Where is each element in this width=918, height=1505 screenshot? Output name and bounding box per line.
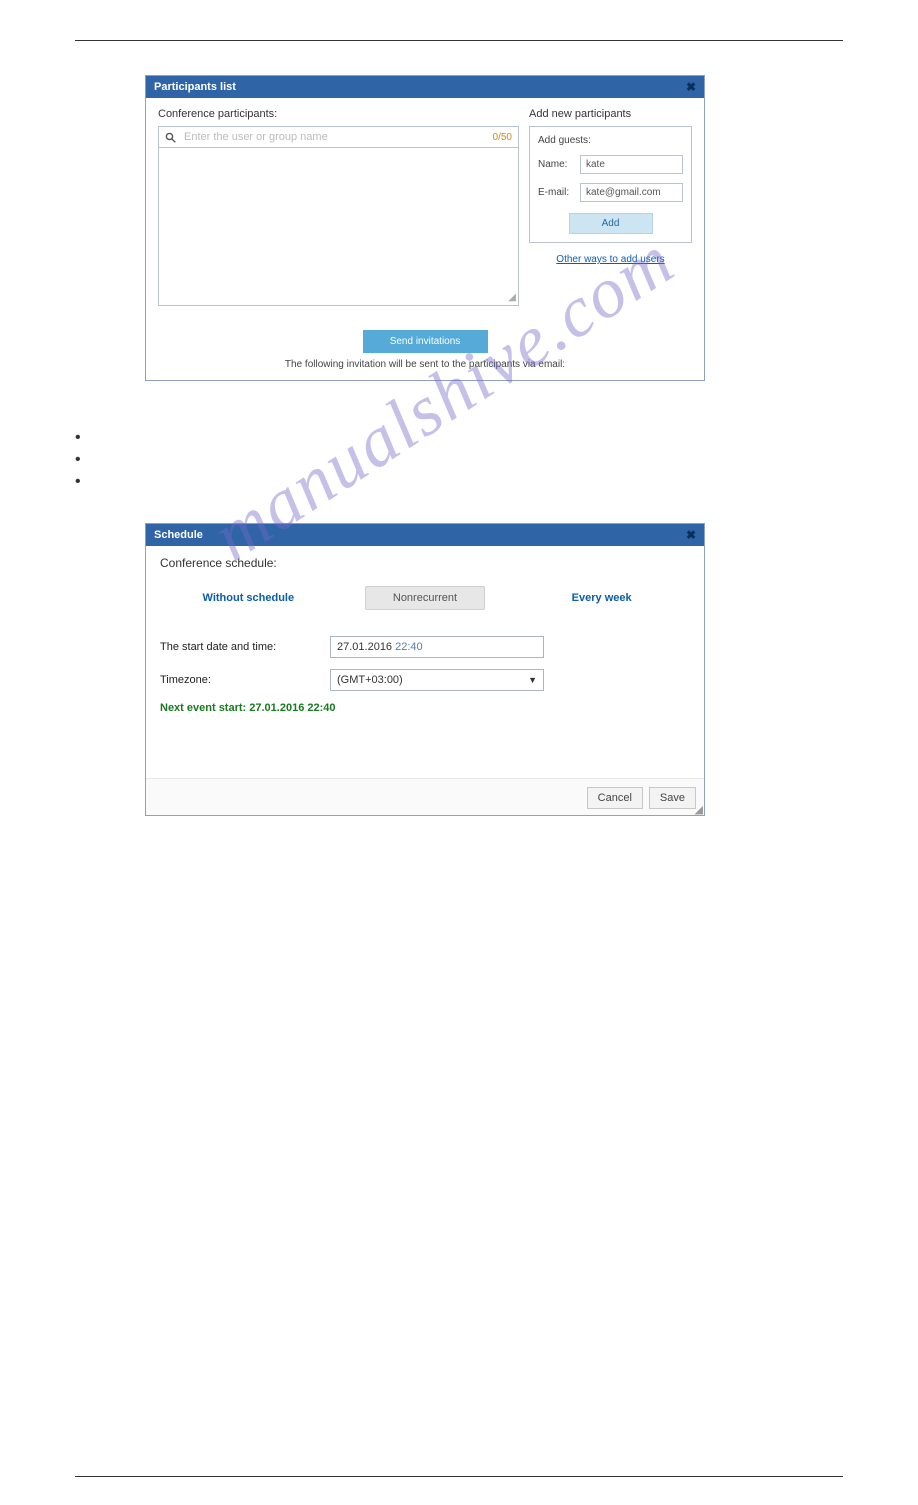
- conference-schedule-label: Conference schedule:: [160, 556, 690, 570]
- close-icon[interactable]: ✖: [686, 80, 696, 94]
- bottom-divider: [75, 1476, 843, 1477]
- start-datetime-label: The start date and time:: [160, 641, 330, 653]
- other-ways-link[interactable]: Other ways to add users: [556, 254, 664, 265]
- participants-panel: Participants list ✖ Conference participa…: [145, 75, 705, 381]
- save-button[interactable]: Save: [649, 787, 696, 809]
- invitation-note: The following invitation will be sent to…: [146, 359, 704, 380]
- participants-header: Participants list ✖: [146, 76, 704, 98]
- schedule-panel: Schedule ✖ Conference schedule: Without …: [145, 523, 705, 816]
- schedule-tabs: Without schedule Nonrecurrent Every week: [160, 586, 690, 610]
- email-label: E-mail:: [538, 187, 574, 198]
- bullet-item: [75, 473, 843, 495]
- add-button[interactable]: Add: [569, 213, 653, 234]
- name-label: Name:: [538, 159, 574, 170]
- next-event-text: Next event start: 27.01.2016 22:40: [160, 702, 690, 714]
- top-divider: [75, 40, 843, 41]
- schedule-title: Schedule: [154, 529, 203, 541]
- tab-every-week[interactable]: Every week: [542, 587, 662, 609]
- chevron-down-icon: ▼: [528, 675, 537, 685]
- start-time-value: 22:40: [395, 641, 423, 653]
- tab-nonrecurrent[interactable]: Nonrecurrent: [365, 586, 485, 610]
- start-datetime-input[interactable]: 27.01.2016 22:40: [330, 636, 544, 658]
- timezone-select[interactable]: (GMT+03:00) ▼: [330, 669, 544, 691]
- participant-counter: 0/50: [493, 132, 512, 143]
- bullet-item: [75, 429, 843, 451]
- add-new-participants-label: Add new participants: [529, 108, 692, 120]
- tab-without-schedule[interactable]: Without schedule: [188, 587, 308, 609]
- search-box[interactable]: 0/50: [158, 126, 519, 148]
- add-guests-label: Add guests:: [538, 135, 683, 146]
- resize-grip-icon[interactable]: ◢: [695, 803, 703, 816]
- add-guests-box: Add guests: Name: E-mail: Add: [529, 126, 692, 243]
- start-date-value: 27.01.2016: [337, 641, 395, 653]
- email-field[interactable]: [580, 183, 683, 202]
- participants-list-area[interactable]: ◢: [158, 148, 519, 306]
- timezone-label: Timezone:: [160, 674, 330, 686]
- bullet-item: [75, 451, 843, 473]
- conference-participants-label: Conference participants:: [158, 108, 519, 120]
- schedule-header: Schedule ✖: [146, 524, 704, 546]
- timezone-value: (GMT+03:00): [337, 674, 403, 686]
- participants-title: Participants list: [154, 81, 236, 93]
- send-invitations-button[interactable]: Send invitations: [363, 330, 488, 353]
- resize-grip-icon[interactable]: ◢: [508, 292, 516, 303]
- name-field[interactable]: [580, 155, 683, 174]
- bullet-list: [75, 429, 843, 495]
- search-input[interactable]: [182, 130, 493, 144]
- cancel-button[interactable]: Cancel: [587, 787, 643, 809]
- schedule-footer: Cancel Save ◢: [146, 778, 704, 815]
- close-icon[interactable]: ✖: [686, 528, 696, 542]
- search-icon: [165, 132, 176, 143]
